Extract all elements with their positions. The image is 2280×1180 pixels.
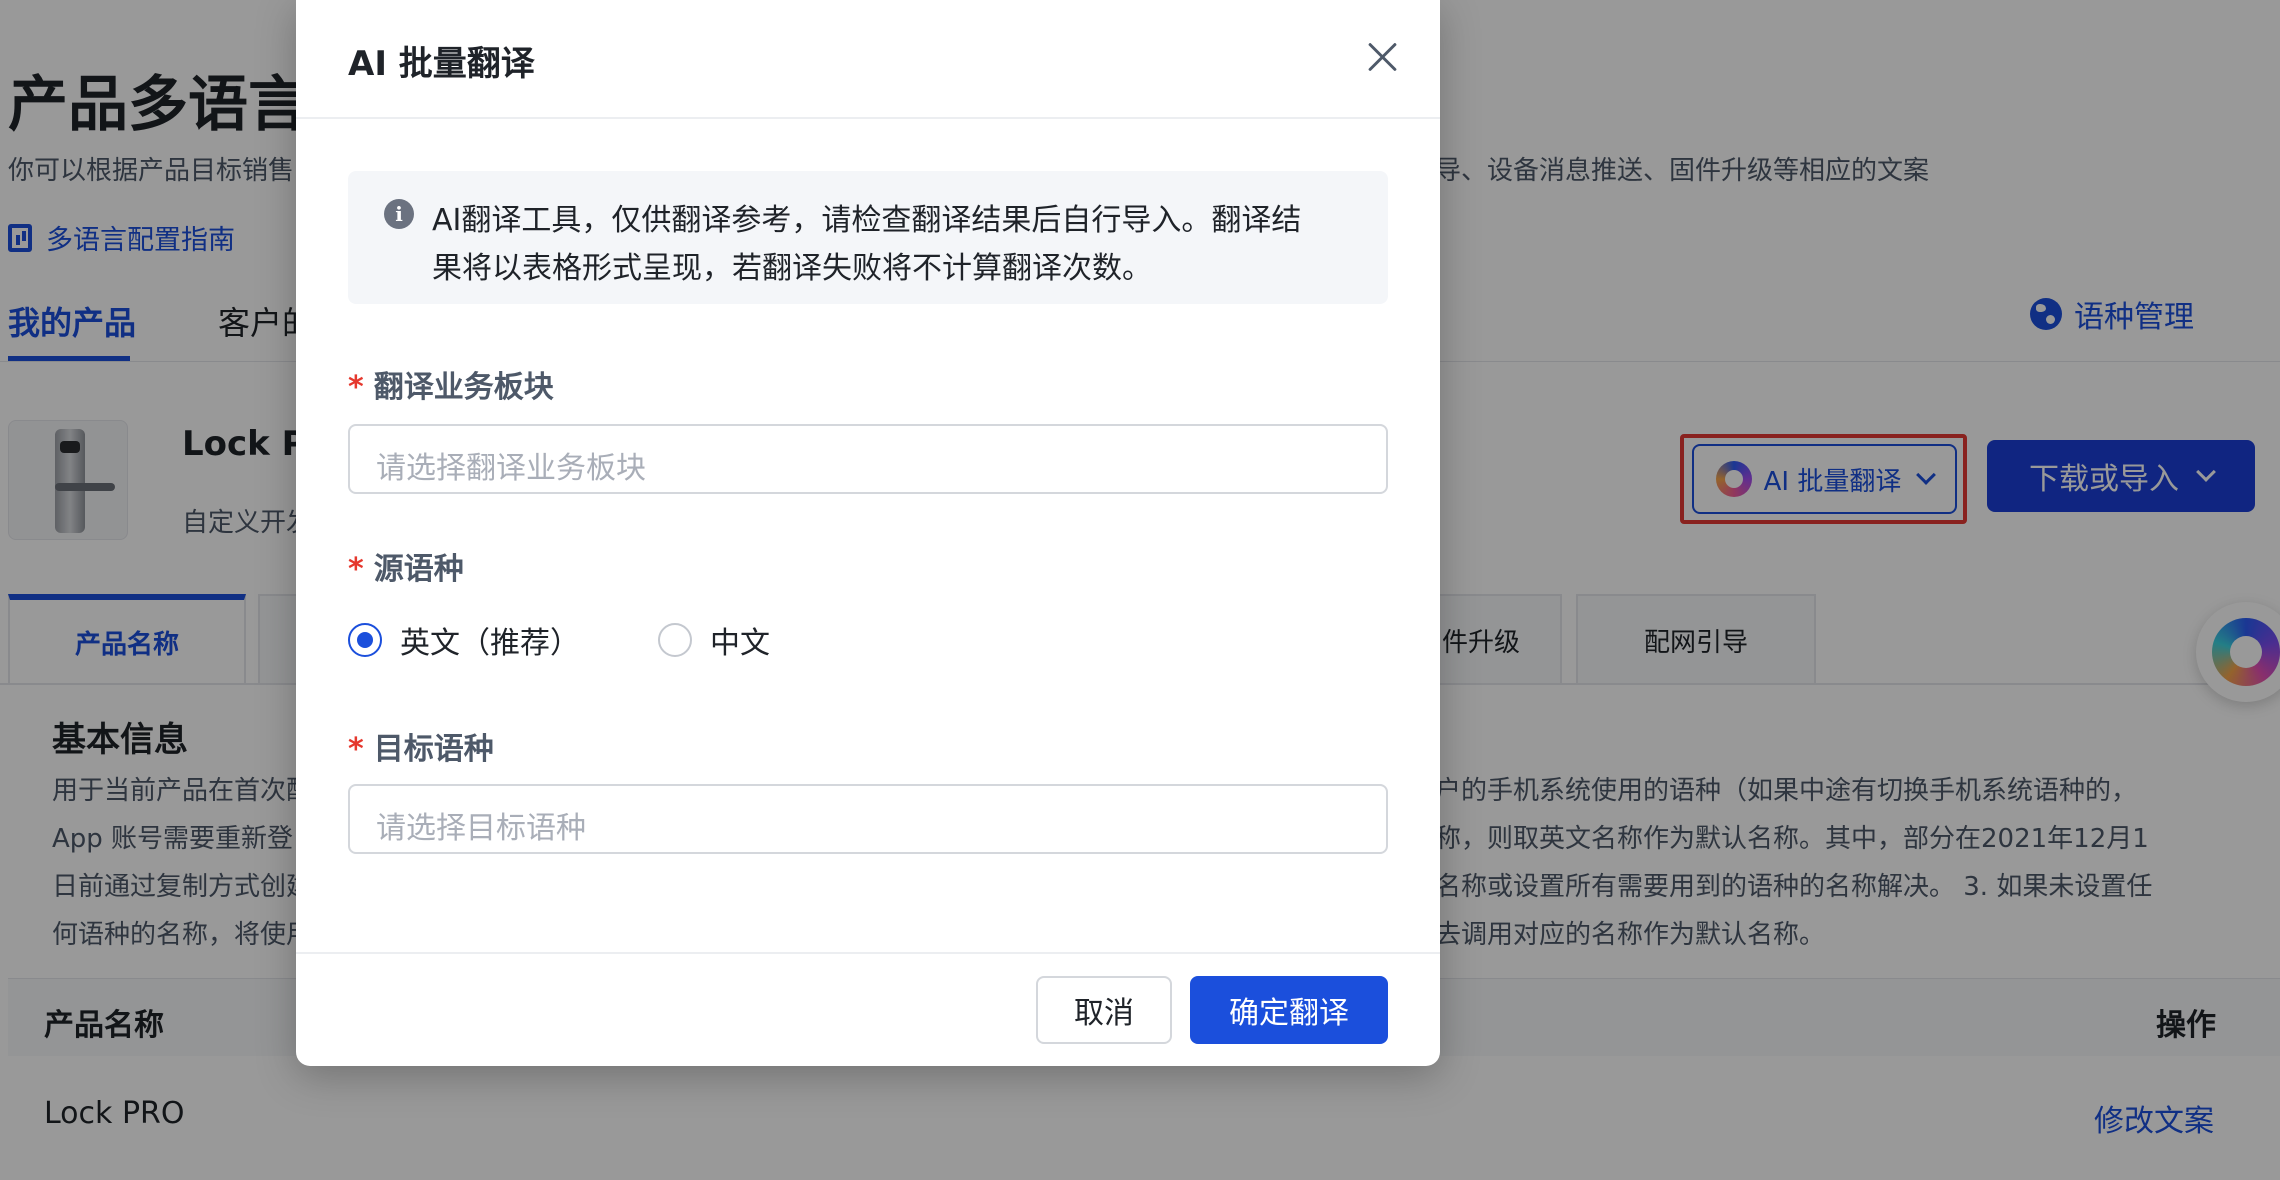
modal-title: AI 批量翻译 (348, 44, 535, 84)
cancel-button[interactable]: 取消 (1036, 976, 1172, 1044)
target-language-label: * 目标语种 (348, 724, 494, 768)
radio-english-label: 英文（推荐） (400, 626, 580, 661)
target-label-text: 目标语种 (373, 732, 494, 767)
radio-checked-icon (348, 623, 382, 657)
radio-english[interactable]: 英文（推荐） (348, 618, 580, 662)
alert-text: AI翻译工具，仅供翻译参考，请检查翻译结果后自行导入。翻译结 (432, 203, 1302, 238)
business-select[interactable]: 请选择翻译业务板块 (348, 424, 1388, 494)
source-label-text: 源语种 (373, 552, 464, 587)
info-alert: i AI翻译工具，仅供翻译参考，请检查翻译结果后自行导入。翻译结 果将以表格形式… (348, 171, 1388, 304)
info-icon: i (384, 199, 414, 229)
modal-header-divider (296, 117, 1440, 119)
required-mark: * (348, 552, 364, 587)
radio-chinese-label: 中文 (710, 626, 770, 661)
required-mark: * (348, 370, 364, 405)
radio-unchecked-icon (658, 623, 692, 657)
source-language-label: * 源语种 (348, 544, 464, 588)
target-select-placeholder: 请选择目标语种 (376, 811, 586, 846)
alert-text: 果将以表格形式呈现，若翻译失败将不计算翻译次数。 (432, 251, 1152, 286)
business-label-text: 翻译业务板块 (373, 370, 554, 405)
confirm-translate-button[interactable]: 确定翻译 (1190, 976, 1388, 1044)
modal-footer-divider (296, 952, 1440, 954)
target-language-select[interactable]: 请选择目标语种 (348, 784, 1388, 854)
radio-chinese[interactable]: 中文 (658, 618, 770, 662)
business-field-label: * 翻译业务板块 (348, 362, 554, 406)
business-select-placeholder: 请选择翻译业务板块 (376, 451, 646, 486)
ai-translate-modal: AI 批量翻译 i AI翻译工具，仅供翻译参考，请检查翻译结果后自行导入。翻译结… (296, 0, 1440, 1066)
required-mark: * (348, 732, 364, 767)
close-icon[interactable] (1362, 36, 1402, 76)
